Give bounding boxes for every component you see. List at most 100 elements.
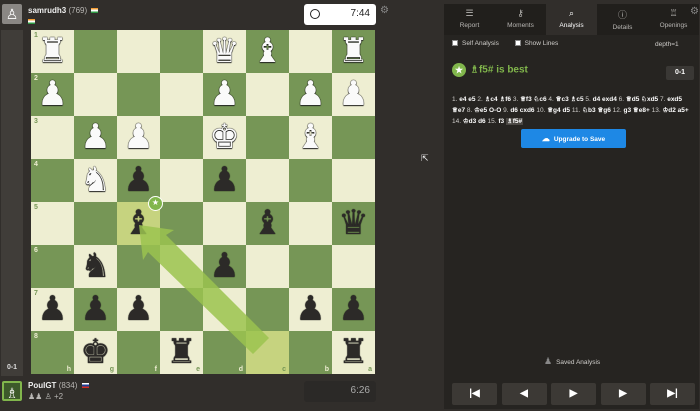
white-piece[interactable]: ♟ (74, 116, 117, 159)
board-square[interactable] (117, 245, 160, 288)
board-square[interactable] (160, 30, 203, 73)
white-piece[interactable]: ♞ (74, 159, 117, 202)
black-move[interactable]: ♗f6 (499, 96, 511, 103)
board-square[interactable] (203, 202, 246, 245)
white-move[interactable]: ♕d5 (626, 96, 639, 103)
self-analysis-checkbox[interactable] (452, 40, 458, 47)
board-square[interactable] (74, 73, 117, 116)
board-square[interactable] (289, 30, 332, 73)
white-move[interactable]: ♕f3 (520, 96, 532, 103)
first-move-button[interactable]: |◀ (452, 383, 497, 405)
black-piece[interactable]: ♟ (31, 288, 74, 331)
white-move[interactable]: ♔d3 (463, 118, 476, 125)
black-move[interactable]: ♗f5# (505, 118, 524, 125)
board-square[interactable]: 6 (31, 245, 74, 288)
black-move[interactable]: d6 (478, 118, 486, 125)
board-square[interactable] (160, 116, 203, 159)
board-square[interactable]: 3 (31, 116, 74, 159)
black-move[interactable]: a5+ (678, 107, 689, 114)
black-move[interactable]: ♕e8+ (633, 107, 650, 114)
board-square[interactable] (332, 159, 375, 202)
black-move[interactable]: ♗c5 (571, 96, 584, 103)
board-square[interactable] (203, 288, 246, 331)
board-square[interactable] (160, 202, 203, 245)
tab-details[interactable]: ⓘ Details (597, 4, 648, 35)
black-piece[interactable]: ♚ (74, 331, 117, 374)
board-square[interactable]: 4 (31, 159, 74, 202)
black-move[interactable]: ♕e7 (452, 107, 465, 114)
play-button[interactable]: ▶ (551, 383, 596, 405)
board-square[interactable] (289, 245, 332, 288)
top-player-name[interactable]: samrudh3 (28, 6, 66, 15)
tab-analysis[interactable]: ⌕ Analysis (546, 4, 597, 35)
white-piece[interactable]: ♜ (31, 30, 74, 73)
upgrade-to-save-button[interactable]: ☁ Upgrade to Save (521, 129, 626, 148)
board-square[interactable]: 5 (31, 202, 74, 245)
white-move[interactable]: ♕c3 (556, 96, 569, 103)
white-piece[interactable]: ♜ (332, 30, 375, 73)
black-piece[interactable]: ♟ (203, 245, 246, 288)
white-piece[interactable]: ♛ (203, 30, 246, 73)
board-square[interactable] (160, 73, 203, 116)
board-square[interactable] (160, 245, 203, 288)
saved-analysis-link[interactable]: ♟ Saved Analysis (544, 356, 600, 367)
white-move[interactable]: ♘b3 (582, 107, 595, 114)
board-square[interactable] (289, 202, 332, 245)
board-square[interactable] (246, 159, 289, 202)
board-square[interactable]: b (289, 331, 332, 374)
white-piece[interactable]: ♚ (203, 116, 246, 159)
black-move[interactable]: O-O (489, 107, 501, 114)
board-square[interactable] (246, 116, 289, 159)
white-move[interactable]: f3 (498, 118, 504, 125)
white-piece[interactable]: ♟ (289, 73, 332, 116)
board-square[interactable] (160, 159, 203, 202)
white-piece[interactable]: ♟ (31, 73, 74, 116)
board-square[interactable]: f (117, 331, 160, 374)
white-piece[interactable]: ♟ (117, 116, 160, 159)
board-square[interactable] (332, 245, 375, 288)
black-move[interactable]: ♘c6 (534, 96, 547, 103)
black-piece[interactable]: ♟ (289, 288, 332, 331)
last-move-button[interactable]: ▶| (650, 383, 695, 405)
board-square[interactable] (332, 116, 375, 159)
white-piece[interactable]: ♝ (246, 30, 289, 73)
board-square[interactable] (117, 30, 160, 73)
black-move[interactable]: ♕g6 (597, 107, 610, 114)
black-move[interactable]: d5 (562, 107, 570, 114)
prev-move-button[interactable]: ◀ (501, 383, 547, 405)
board-square[interactable]: c (246, 331, 289, 374)
white-piece[interactable]: ♝ (289, 116, 332, 159)
board-square[interactable]: d (203, 331, 246, 374)
white-move[interactable]: exd5 (667, 96, 682, 103)
board-square[interactable] (246, 288, 289, 331)
settings-gear-icon[interactable]: ⚙ (380, 5, 389, 16)
black-move[interactable]: cxd6 (520, 107, 535, 114)
next-move-button[interactable]: ▶ (600, 383, 646, 405)
board-square[interactable] (246, 73, 289, 116)
black-piece[interactable]: ♟ (203, 159, 246, 202)
black-piece[interactable]: ♞ (74, 245, 117, 288)
board-square[interactable] (246, 245, 289, 288)
chess-board[interactable]: abcdefg8h7654321 ★ ♜ ♛ ♝ ♜ ♟ ♟ ♟ ♟ ♟ ♟ ♚ ♝ ♞ ♟ ♟ ♝ ♝ ♛ ♞ ♟ ♟… (31, 30, 375, 374)
tab-report[interactable]: ☰ Report (444, 4, 495, 35)
black-piece[interactable]: ♟ (74, 288, 117, 331)
white-move[interactable]: e4 (459, 96, 466, 103)
board-square[interactable] (160, 288, 203, 331)
black-piece[interactable]: ♜ (332, 331, 375, 374)
white-move[interactable]: ♔d2 (662, 107, 675, 114)
board-square[interactable] (74, 202, 117, 245)
tab-moments[interactable]: ⚷ Moments (495, 4, 546, 35)
black-piece[interactable]: ♟ (332, 288, 375, 331)
white-move[interactable]: g3 (624, 107, 632, 114)
black-move[interactable]: e5 (468, 96, 475, 103)
top-player-avatar[interactable]: ♙ (2, 4, 22, 24)
white-move[interactable]: d4 (593, 96, 601, 103)
white-piece[interactable]: ♟ (332, 73, 375, 116)
panel-settings-icon[interactable]: ⚙ (690, 6, 699, 17)
black-move[interactable]: ♘xd5 (641, 96, 658, 103)
board-square[interactable] (289, 159, 332, 202)
black-piece[interactable]: ♜ (160, 331, 203, 374)
board-square[interactable] (117, 73, 160, 116)
bottom-player-name[interactable]: PoulGT (28, 381, 56, 390)
white-move[interactable]: ♔e5 (474, 107, 487, 114)
